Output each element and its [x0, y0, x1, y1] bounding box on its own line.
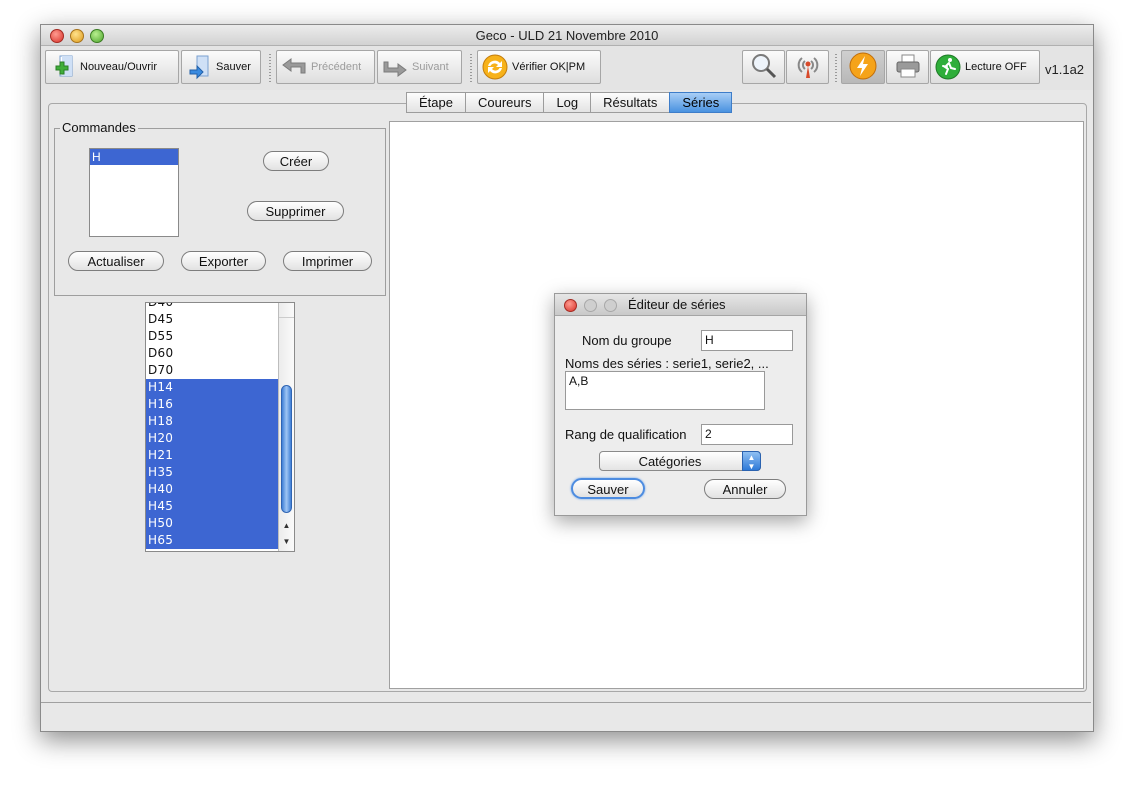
scroll-down-arrow-icon[interactable]: ▼	[279, 535, 294, 549]
toolbar-separator	[470, 54, 472, 82]
tab-log[interactable]: Log	[543, 92, 591, 113]
radio-station-button[interactable]	[786, 50, 829, 84]
zoom-dialog-button	[604, 299, 617, 312]
tab-results[interactable]: Résultats	[590, 92, 670, 113]
previous-button[interactable]: Précédent	[276, 50, 375, 84]
tab-stage[interactable]: Étape	[406, 92, 465, 113]
tab-series[interactable]: Séries	[669, 92, 733, 113]
previous-label: Précédent	[311, 61, 362, 73]
save-icon	[186, 54, 212, 80]
list-item[interactable]: H45	[146, 498, 279, 515]
lightning-icon	[849, 52, 877, 83]
minimize-dialog-button	[584, 299, 597, 312]
qualification-rank-label: Rang de qualification	[565, 427, 687, 442]
antenna-icon	[794, 52, 822, 83]
reading-label: Lecture OFF	[965, 61, 1027, 73]
up-down-arrows-icon: ▲ ▼	[742, 451, 761, 471]
power-mode-button[interactable]	[841, 50, 885, 84]
scroll-up-cap	[279, 303, 294, 318]
back-arrow-icon	[281, 54, 307, 80]
categories-select[interactable]: Catégories ▲ ▼	[599, 451, 761, 471]
print-button[interactable]	[886, 50, 929, 84]
dialog-title: Éditeur de séries	[628, 297, 726, 312]
search-button[interactable]	[742, 50, 785, 84]
list-item[interactable]: D40	[146, 303, 279, 311]
status-bar	[41, 702, 1091, 730]
main-tabs: Étape Coureurs Log Résultats Séries	[406, 92, 733, 113]
save-label: Sauver	[216, 61, 251, 73]
list-item[interactable]: H14	[146, 379, 279, 396]
version-label: v1.1a2	[1045, 62, 1085, 77]
dialog-save-button[interactable]: Sauver	[571, 478, 645, 499]
list-item[interactable]: H65	[146, 532, 279, 549]
tab-runners[interactable]: Coureurs	[464, 92, 544, 113]
title-bar[interactable]: Geco - ULD 21 Novembre 2010	[41, 25, 1093, 46]
series-names-field[interactable]: A,B	[565, 371, 765, 410]
magnifier-icon	[750, 52, 778, 83]
dialog-cancel-button[interactable]: Annuler	[704, 479, 786, 499]
list-item[interactable]: H	[90, 149, 178, 165]
runner-icon	[935, 54, 961, 80]
list-item[interactable]: D60	[146, 345, 279, 362]
toolbar-separator	[835, 54, 837, 82]
list-item[interactable]: H40	[146, 481, 279, 498]
list-item[interactable]: H18	[146, 413, 279, 430]
categories-select-value: Catégories	[638, 454, 702, 469]
list-item[interactable]: H35	[146, 464, 279, 481]
refresh-button[interactable]: Actualiser	[68, 251, 164, 271]
refresh-icon	[482, 54, 508, 80]
create-button[interactable]: Créer	[263, 151, 329, 171]
list-item[interactable]: H50	[146, 515, 279, 532]
close-dialog-button[interactable]	[564, 299, 577, 312]
reading-toggle-button[interactable]: Lecture OFF	[930, 50, 1040, 84]
list-item[interactable]: H21	[146, 447, 279, 464]
category-scrollbar[interactable]: ▲ ▼	[278, 303, 294, 551]
window-title: Geco - ULD 21 Novembre 2010	[475, 28, 659, 43]
list-item[interactable]: H16	[146, 396, 279, 413]
verify-button[interactable]: Vérifier OK|PM	[477, 50, 601, 84]
save-button[interactable]: Sauver	[181, 50, 261, 84]
new-open-label: Nouveau/Ouvrir	[80, 61, 158, 73]
new-document-icon	[50, 54, 76, 80]
category-list[interactable]: D40 D45 D55 D60 D70 H14 H16 H18 H20 H21 H35 H40 H45…	[145, 302, 295, 552]
list-item[interactable]: H20	[146, 430, 279, 447]
new-open-button[interactable]: Nouveau/Ouvrir	[45, 50, 179, 84]
next-label: Suivant	[412, 61, 449, 73]
delete-button[interactable]: Supprimer	[247, 201, 344, 221]
commands-title: Commandes	[60, 120, 138, 135]
list-item[interactable]: D70	[146, 362, 279, 379]
export-button[interactable]: Exporter	[181, 251, 266, 271]
print-list-button[interactable]: Imprimer	[283, 251, 372, 271]
scroll-up-arrow-icon[interactable]: ▲	[279, 519, 294, 533]
dialog-title-bar[interactable]: Éditeur de séries	[555, 294, 806, 316]
series-group-list[interactable]: H	[89, 148, 179, 237]
list-item[interactable]: D55	[146, 328, 279, 345]
forward-arrow-icon	[382, 54, 408, 80]
list-item[interactable]: D45	[146, 311, 279, 328]
qualification-rank-field[interactable]: 2	[701, 424, 793, 445]
series-editor-dialog: Éditeur de séries Nom du groupe H Noms d…	[554, 293, 807, 516]
verify-label: Vérifier OK|PM	[512, 61, 586, 73]
group-name-label: Nom du groupe	[582, 333, 672, 348]
group-name-field[interactable]: H	[701, 330, 793, 351]
series-names-label: Noms des séries : serie1, serie2, ...	[565, 356, 769, 371]
toolbar-separator	[269, 54, 271, 82]
next-button[interactable]: Suivant	[377, 50, 462, 84]
printer-icon	[894, 52, 922, 83]
scrollbar-thumb[interactable]	[281, 385, 292, 513]
toolbar: Nouveau/Ouvrir Sauver Précédent Suivant …	[41, 46, 1093, 90]
